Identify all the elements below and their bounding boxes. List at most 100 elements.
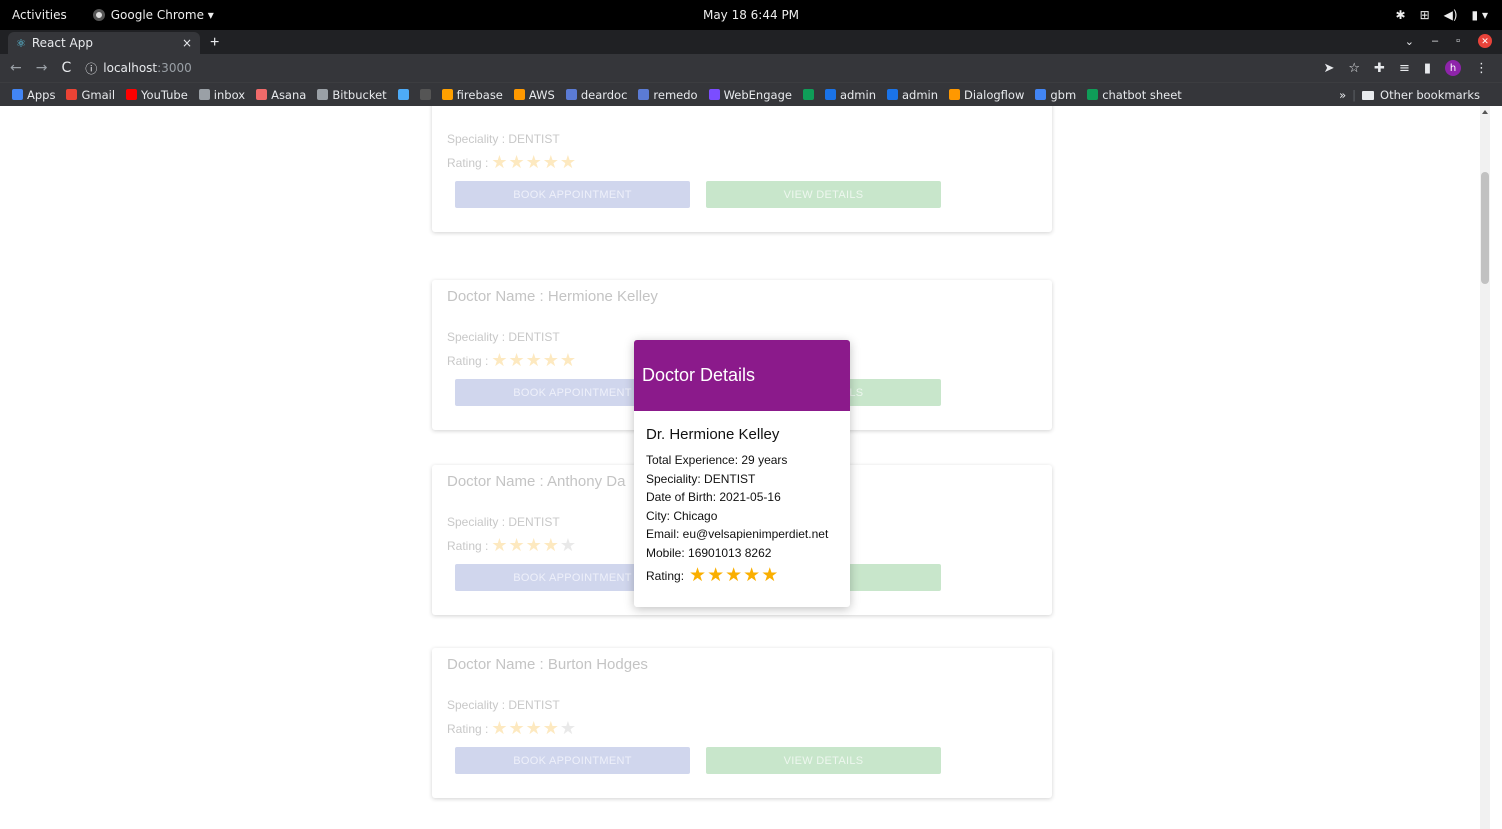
bookmark-item[interactable]: firebase — [441, 88, 503, 102]
bookmark-label: AWS — [528, 87, 555, 102]
close-tab-icon[interactable]: × — [182, 36, 192, 50]
other-bookmarks[interactable]: Other bookmarks — [1380, 88, 1480, 102]
bookmark-item[interactable]: Bitbucket — [317, 87, 387, 102]
bookmark-label: remedo — [653, 87, 698, 102]
bookmark-favicon-icon — [565, 89, 577, 100]
scrollbar-thumb[interactable] — [1481, 172, 1489, 284]
clock[interactable]: May 18 6:44 PM — [703, 8, 799, 22]
scroll-up-icon[interactable] — [1482, 110, 1488, 114]
rating-label: Rating : — [447, 538, 489, 553]
url-host: localhost — [103, 61, 158, 75]
app-menu[interactable]: Google Chrome ▾ — [92, 8, 214, 22]
modal-doctor-name: Dr. Hermione Kelley — [646, 426, 780, 443]
bookmark-item[interactable]: gbm — [1035, 88, 1076, 102]
window-controls: ⌄ – ▫ ✕ — [1405, 34, 1492, 48]
volume-icon[interactable]: ◀) — [1444, 8, 1458, 22]
new-tab-button[interactable]: + — [210, 34, 219, 52]
battery-icon[interactable]: ▮ ▾ — [1472, 8, 1488, 22]
bookmarks-overflow[interactable]: » — [1339, 88, 1346, 102]
bookmark-favicon-icon — [824, 89, 836, 100]
doctor-rating: Rating : ★★★★★ — [447, 350, 577, 371]
slack-icon[interactable]: ✱ — [1396, 8, 1406, 22]
window-close-icon[interactable]: ✕ — [1478, 34, 1492, 48]
view-details-button[interactable]: VIEW DETAILS — [706, 181, 941, 208]
bookmark-star-icon[interactable]: ☆ — [1348, 61, 1360, 76]
bookmark-favicon-icon — [513, 89, 525, 100]
doctor-speciality: Speciality : DENTIST — [447, 515, 560, 529]
tab-search-icon[interactable]: ⌄ — [1405, 35, 1414, 48]
bookmark-favicon-icon — [441, 89, 453, 100]
minimize-icon[interactable]: – — [1432, 35, 1438, 47]
bookmark-favicon-icon — [802, 89, 814, 100]
forward-icon[interactable]: → — [36, 60, 48, 76]
star-icon: ★ — [542, 152, 560, 172]
bookmark-item[interactable]: inbox — [198, 88, 245, 102]
info-icon[interactable]: ⓘ — [85, 60, 97, 77]
star-icon: ★ — [525, 350, 543, 370]
bookmark-item[interactable] — [802, 89, 814, 100]
star-icon: ★ — [525, 152, 543, 172]
os-top-bar: Activities Google Chrome ▾ May 18 6:44 P… — [0, 0, 1502, 30]
view-details-button[interactable]: VIEW DETAILS — [706, 747, 941, 774]
tab-strip: ⚛ React App × + ⌄ – ▫ ✕ — [0, 30, 1502, 54]
bookmark-favicon-icon — [317, 89, 329, 100]
bookmark-item[interactable]: AWS — [513, 87, 555, 102]
bookmark-item[interactable]: Gmail — [66, 88, 115, 102]
side-panel-icon[interactable]: ▮ — [1424, 61, 1431, 76]
bookmark-label: Gmail — [81, 87, 116, 102]
book-appointment-button[interactable]: BOOK APPOINTMENT — [455, 747, 690, 774]
bookmark-item[interactable] — [397, 89, 409, 100]
rating-stars: ★★★★★ — [491, 535, 577, 556]
rating-stars: ★★★★★ — [491, 152, 577, 173]
bookmark-item[interactable]: Dialogflow — [949, 88, 1024, 102]
star-icon: ★ — [559, 152, 578, 172]
star-icon: ★ — [559, 718, 578, 738]
star-icon: ★ — [508, 350, 526, 370]
star-icon: ★ — [491, 350, 509, 370]
profile-avatar[interactable]: h — [1445, 60, 1461, 76]
extensions-icon[interactable]: ✚ — [1374, 61, 1385, 76]
menu-icon[interactable]: ⋮ — [1475, 61, 1488, 76]
bookmark-label: Bitbucket — [332, 87, 387, 102]
book-appointment-button[interactable]: BOOK APPOINTMENT — [455, 181, 690, 208]
bookmark-item[interactable]: remedo — [638, 87, 698, 102]
star-icon: ★ — [491, 152, 509, 172]
maximize-icon[interactable]: ▫ — [1456, 35, 1460, 47]
doctor-name: Doctor Name : Burton Hodges — [447, 656, 648, 673]
bookmark-label: gbm — [1050, 87, 1077, 102]
modal-speciality: Speciality: DENTIST — [646, 471, 756, 486]
bookmark-item[interactable]: WebEngage — [708, 87, 792, 102]
bookmark-label: Dialogflow — [964, 87, 1025, 102]
back-icon[interactable]: ← — [10, 60, 22, 76]
modal-city: City: Chicago — [646, 508, 718, 523]
rating-label: Rating : — [447, 353, 489, 368]
modal-body: Dr. Hermione Kelley Total Experience: 29… — [634, 411, 850, 587]
send-icon[interactable]: ➤ — [1323, 61, 1334, 76]
modal-rating: Rating: ★★★★★ — [646, 564, 838, 587]
bookmark-item[interactable]: deardoc — [565, 88, 627, 102]
tab-react-app[interactable]: ⚛ React App × — [8, 32, 200, 54]
bookmark-favicon-icon — [708, 89, 720, 100]
star-icon: ★ — [508, 718, 526, 738]
address-bar[interactable]: ⓘ localhost :3000 — [85, 60, 191, 77]
page-scrollbar[interactable] — [1480, 106, 1490, 829]
network-icon[interactable]: ⊞ — [1420, 8, 1430, 22]
bookmark-label: WebEngage — [723, 87, 792, 102]
modal-email: Email: eu@velsapienimperdiet.net — [646, 527, 829, 541]
reload-icon[interactable]: C — [61, 60, 71, 76]
bookmark-item[interactable] — [419, 89, 431, 100]
star-icon: ★ — [508, 535, 526, 555]
bookmark-favicon-icon — [887, 89, 898, 100]
bookmark-item[interactable]: admin — [887, 88, 938, 102]
reading-list-icon[interactable]: ≡ — [1399, 61, 1410, 76]
doctor-name: Doctor Name : Hermione Kelley — [447, 288, 658, 305]
bookmark-favicon-icon — [949, 89, 961, 100]
bookmark-item[interactable]: YouTube — [126, 88, 188, 102]
bookmark-item[interactable]: chatbot sheet — [1087, 88, 1182, 102]
bookmark-item[interactable]: admin — [824, 88, 876, 102]
star-icon: ★ — [491, 718, 509, 738]
bookmark-item[interactable]: Asana — [256, 88, 306, 102]
bookmark-item[interactable]: Apps — [12, 88, 55, 102]
activities-button[interactable]: Activities — [12, 8, 67, 22]
system-tray[interactable]: ✱ ⊞ ◀) ▮ ▾ — [1396, 0, 1489, 30]
